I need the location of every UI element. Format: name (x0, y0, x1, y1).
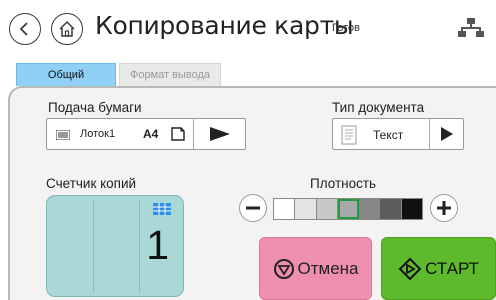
document-type-value: Текст (373, 128, 404, 142)
counter-divider (139, 200, 140, 292)
title-bar: Копирование карты Готов (0, 0, 496, 56)
play-arrow-icon (209, 127, 230, 141)
back-arrow-icon (19, 22, 28, 36)
tray-icon (56, 130, 70, 140)
copy-counter-label: Счетчик копий (46, 176, 137, 191)
device-status: Готов (332, 22, 360, 34)
network-icon (458, 18, 484, 37)
density-level-1[interactable] (274, 199, 296, 219)
plus-icon (437, 201, 451, 215)
density-level-5[interactable] (359, 199, 381, 219)
grid-keypad-icon[interactable] (153, 203, 171, 215)
density-scale[interactable] (273, 198, 423, 220)
home-button[interactable] (51, 13, 83, 45)
document-type-open-button[interactable] (429, 119, 463, 149)
paper-feed-selector[interactable]: Лоток1 A4 (46, 118, 246, 150)
tab-bar: Общий Формат вывода (0, 56, 496, 86)
counter-divider (93, 200, 94, 292)
home-icon (59, 20, 75, 37)
density-level-6[interactable] (380, 199, 402, 219)
stop-icon (273, 258, 294, 279)
density-level-4[interactable] (337, 199, 360, 219)
text-document-icon (341, 125, 357, 145)
tab-general[interactable]: Общий (16, 63, 116, 86)
tab-output-format[interactable]: Формат вывода (119, 63, 221, 86)
start-icon (398, 257, 422, 280)
minus-icon (246, 206, 260, 210)
density-level-3[interactable] (316, 199, 338, 219)
back-button[interactable] (9, 13, 41, 45)
portrait-orientation-icon (171, 127, 185, 141)
density-increase-button[interactable] (430, 194, 458, 222)
tray-value: Лоток1 (80, 128, 116, 140)
density-label: Плотность (310, 176, 377, 191)
density-level-2[interactable] (295, 199, 317, 219)
play-arrow-icon (440, 127, 453, 141)
document-type-selector[interactable]: Текст (332, 118, 464, 150)
paper-size-value: A4 (143, 127, 159, 141)
paper-feed-label: Подача бумаги (48, 100, 142, 115)
density-decrease-button[interactable] (239, 194, 267, 222)
start-label: СТАРТ (425, 258, 479, 278)
page-title: Копирование карты (95, 11, 354, 40)
paper-feed-open-button[interactable] (193, 119, 245, 149)
copy-count-value: 1 (146, 222, 169, 268)
copy-counter[interactable]: 1 (46, 195, 184, 297)
cancel-button[interactable]: Отмена (259, 237, 372, 300)
density-level-7[interactable] (401, 199, 422, 219)
cancel-label: Отмена (297, 258, 359, 278)
start-button[interactable]: СТАРТ (381, 237, 496, 300)
document-type-label: Тип документа (332, 100, 425, 115)
